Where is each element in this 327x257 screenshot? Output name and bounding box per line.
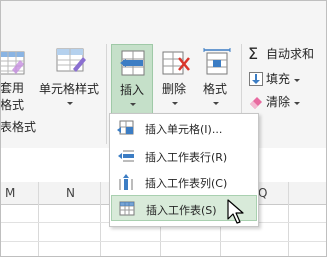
autosum-label: 自动求和 [266, 47, 315, 61]
fill-label: 填充 [266, 72, 291, 86]
clear-label: 清除 [266, 95, 291, 109]
insert-columns-label: 插入工作表列(C) [145, 177, 228, 190]
grid-line [0, 241, 327, 242]
format-dropdown-icon [213, 102, 219, 105]
format-cells-icon [202, 48, 232, 78]
cell-styles-icon[interactable] [55, 45, 87, 77]
insert-cells-icon [117, 119, 135, 137]
delete-dropdown-icon [172, 102, 178, 105]
clear-button[interactable]: 清除 [246, 93, 326, 111]
delete-button-label: 删除 [162, 82, 187, 96]
mouse-cursor-icon [226, 199, 246, 225]
sigma-icon: Σ [248, 44, 259, 63]
autosum-button[interactable]: Σ 自动求和 [246, 46, 326, 64]
clear-dropdown-icon [294, 102, 300, 105]
insert-rows-icon [117, 147, 135, 165]
eraser-icon [249, 95, 263, 109]
format-button[interactable]: 格式 [198, 44, 236, 114]
insert-sheet-icon [118, 200, 136, 218]
insert-columns-icon [117, 173, 135, 191]
delete-button[interactable]: 删除 [157, 44, 195, 114]
insert-rows-label: 插入工作表行(R) [145, 151, 228, 164]
cell-styles-dropdown-icon[interactable] [67, 102, 73, 105]
fill-dropdown-icon [294, 79, 300, 82]
cell-styles-label[interactable]: 单元格样式 [39, 83, 99, 96]
fill-down-icon [249, 72, 263, 86]
insert-sheet-label: 插入工作表(S) [146, 204, 217, 217]
insert-cells-label: 插入单元格(I)... [145, 123, 223, 136]
insert-dropdown-icon [130, 103, 136, 106]
grid-line [100, 182, 101, 257]
column-header-n[interactable]: N [66, 187, 75, 200]
insert-button[interactable]: 插入 [111, 44, 153, 114]
fill-button[interactable]: 填充 [246, 70, 326, 88]
column-header-q[interactable]: Q [258, 187, 267, 200]
grid-line [288, 182, 289, 257]
format-button-label: 格式 [203, 82, 228, 96]
column-header-m[interactable]: M [5, 187, 15, 200]
format-as-table-label-2[interactable]: 格式 [0, 99, 24, 112]
format-as-table-label[interactable]: 套用 [0, 82, 24, 95]
insert-button-label: 插入 [120, 83, 145, 97]
format-as-table-icon[interactable] [0, 48, 28, 80]
insert-columns-menu-item[interactable]: 插入工作表列(C) [111, 169, 257, 195]
ribbon-separator [106, 44, 107, 144]
insert-cells-large-icon [118, 49, 148, 79]
insert-cells-menu-item[interactable]: 插入单元格(I)... [111, 115, 257, 141]
grid-line [38, 182, 39, 257]
insert-rows-menu-item[interactable]: 插入工作表行(R) [111, 143, 257, 169]
styles-group-label: 表格式 [0, 120, 37, 134]
delete-cells-icon [161, 48, 191, 78]
